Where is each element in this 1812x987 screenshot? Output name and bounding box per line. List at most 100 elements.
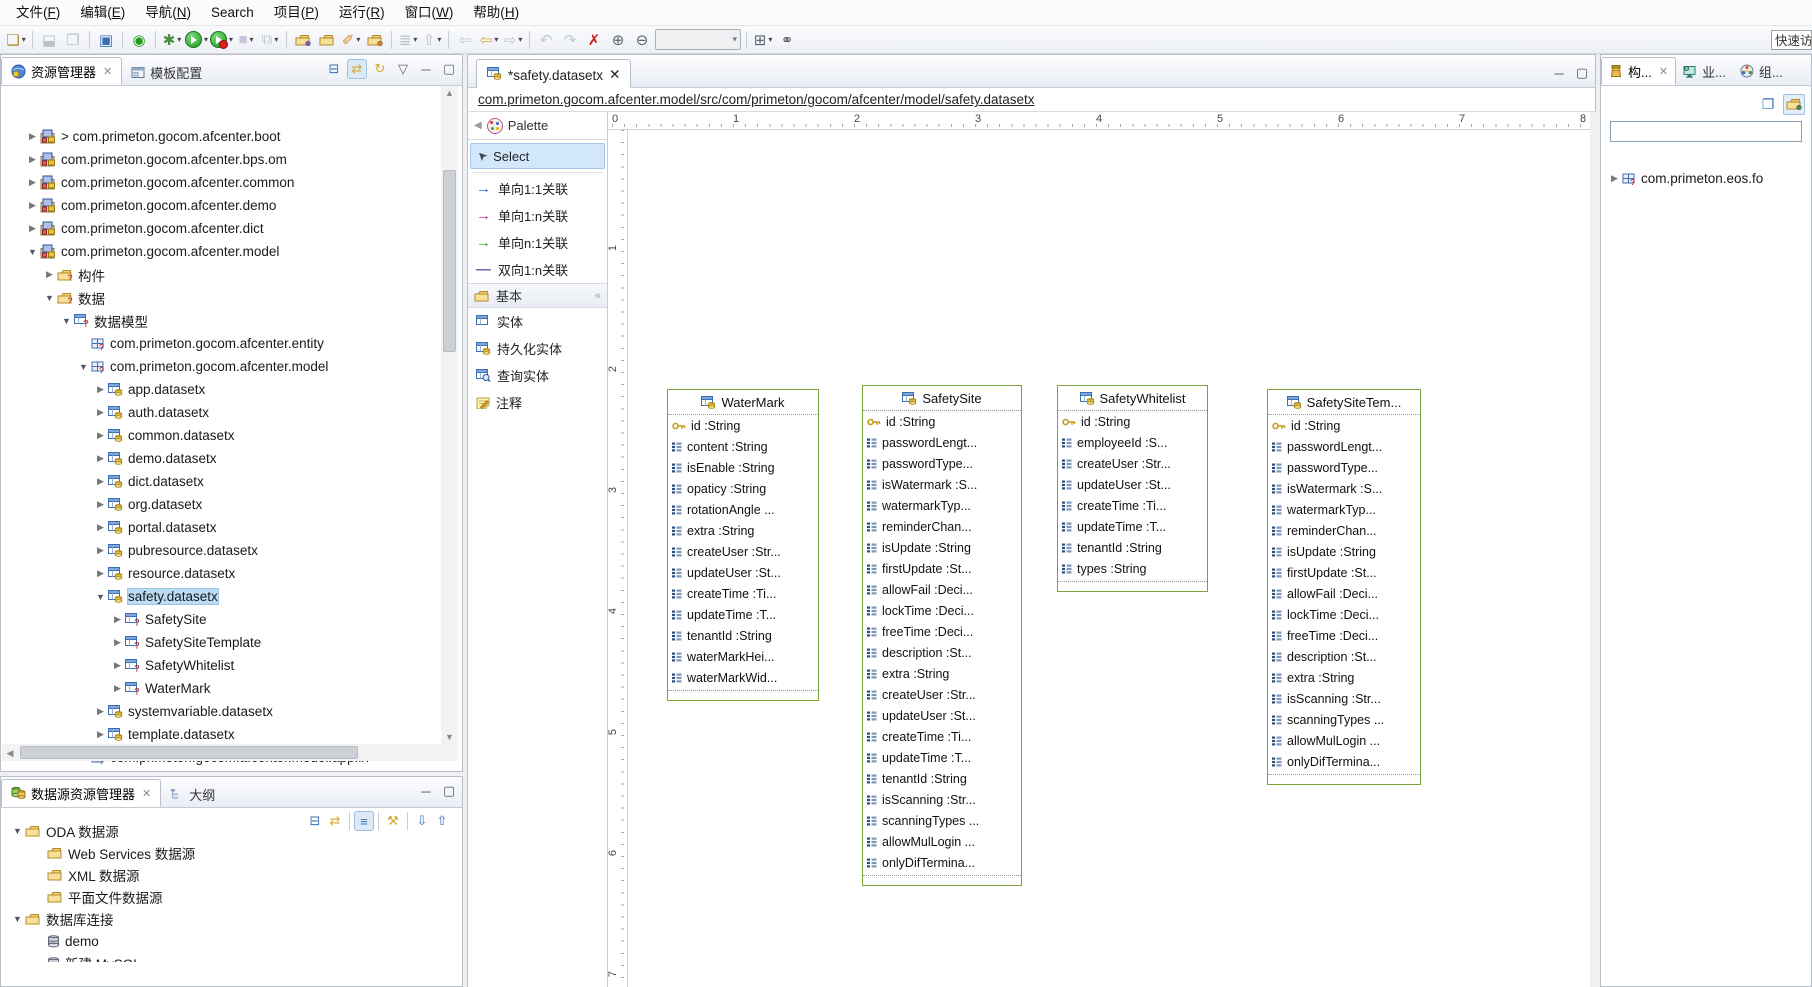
save-button[interactable]: ⬓ xyxy=(38,29,60,51)
entity-field[interactable]: tenantId :String xyxy=(863,768,1021,789)
dropdown-arrow-icon[interactable]: ▾ xyxy=(768,35,772,44)
palette-tool-持久化实体[interactable]: 持久化实体 xyxy=(468,335,607,362)
entity-field[interactable]: rotationAngle ... xyxy=(668,499,818,520)
entity-box-SafetyWhitelist[interactable]: SafetyWhitelistid :StringemployeeId :S..… xyxy=(1057,385,1208,592)
entity-title[interactable]: WaterMark xyxy=(668,390,818,415)
entity-box-SafetySite[interactable]: SafetySiteid :StringpasswordLengt...pass… xyxy=(862,385,1022,886)
entity-field[interactable]: updateTime :T... xyxy=(1058,516,1207,537)
chevron-collapsed-icon[interactable]: ▶ xyxy=(110,614,125,625)
chevron-collapsed-icon[interactable]: ▶ xyxy=(25,154,40,165)
entity-field[interactable]: updateTime :T... xyxy=(863,747,1021,768)
collapse-all-icon[interactable]: ⊟ xyxy=(324,59,344,79)
tree-item-com.primeton.gocom.afcenter.model[interactable]: ▼com.primeton.gocom.afcenter.model xyxy=(25,240,279,263)
task-list-button[interactable]: ≣▾ xyxy=(397,29,419,51)
chevron-expanded-icon[interactable]: ▼ xyxy=(10,826,25,836)
tree-item-ODA数据源[interactable]: ▼ODA 数据源 xyxy=(10,820,119,842)
entity-field[interactable]: tenantId :String xyxy=(668,625,818,646)
tree-item-com.primeton.eos.fo[interactable]: ▶?com.primeton.eos.fo xyxy=(1607,166,1763,190)
promote-window-button[interactable]: ⇧▾ xyxy=(421,29,443,51)
tree-item-WaterMark[interactable]: ▶?WaterMark xyxy=(110,677,211,700)
link-with-editor-icon[interactable]: ⇄ xyxy=(347,59,367,79)
run-button[interactable]: ▾ xyxy=(185,29,208,51)
dropdown-arrow-icon[interactable]: ▾ xyxy=(274,35,278,44)
entity-field[interactable]: firstUpdate :St... xyxy=(863,558,1021,579)
tree-item-safety.datasetx[interactable]: ▼safety.datasetx xyxy=(93,585,218,608)
tree-item-SafetySiteTemplate[interactable]: ▶?SafetySiteTemplate xyxy=(110,631,261,654)
tree-item-SafetyWhitelist[interactable]: ▶?SafetyWhitelist xyxy=(110,654,234,677)
dropdown-arrow-icon[interactable]: ▾ xyxy=(437,35,441,44)
palette-tool-双向1:n关联[interactable]: —双向1:n关联 xyxy=(468,256,607,283)
entity-field[interactable]: tenantId :String xyxy=(1058,537,1207,558)
entity-field[interactable]: allowFail :Deci... xyxy=(1268,583,1420,604)
entity-field[interactable]: onlyDifTermina... xyxy=(1268,751,1420,772)
forward-button[interactable]: ⇨▾ xyxy=(502,29,524,51)
right-tab-组[interactable]: 组... xyxy=(1733,58,1790,84)
chevron-collapsed-icon[interactable]: ▶ xyxy=(93,453,108,464)
entity-field[interactable]: createUser :Str... xyxy=(668,541,818,562)
dropdown-arrow-icon[interactable]: ▾ xyxy=(518,35,522,44)
dropdown-arrow-icon[interactable]: ▾ xyxy=(494,35,498,44)
show-folders-button[interactable] xyxy=(1783,94,1805,115)
tree-item-数据[interactable]: ▼?数据 xyxy=(42,286,105,309)
entity-field[interactable]: passwordType... xyxy=(1268,457,1420,478)
entity-field[interactable]: updateUser :St... xyxy=(1058,474,1207,495)
entity-field[interactable]: id :String xyxy=(668,415,818,436)
tree-item-新建MySQL[interactable]: 新建 MySQL xyxy=(32,952,141,962)
editor-tab-safety-datasetx[interactable]: *safety.datasetx ✕ xyxy=(476,59,631,90)
tree-item-demo.datasetx[interactable]: ▶demo.datasetx xyxy=(93,447,217,470)
tree-item-org.datasetx[interactable]: ▶org.datasetx xyxy=(93,493,202,516)
chevron-collapsed-icon[interactable]: ▶ xyxy=(93,522,108,533)
undo-button[interactable]: ↶ xyxy=(535,29,557,51)
chevron-collapsed-icon[interactable]: ▶ xyxy=(110,637,125,648)
scroll-down-arrow[interactable]: ▼ xyxy=(441,732,458,742)
left-tab-模板配置[interactable]: 模板配置 xyxy=(122,59,211,85)
menu-编辑E[interactable]: 编辑(E) xyxy=(70,0,135,26)
maximize-icon[interactable]: ▢ xyxy=(439,781,459,801)
entity-field[interactable]: reminderChan... xyxy=(1268,520,1420,541)
dropdown-arrow-icon[interactable]: ▾ xyxy=(250,35,254,44)
open-bundle-button[interactable] xyxy=(292,29,314,51)
palette-tool-注释[interactable]: 注释 xyxy=(468,389,607,416)
chevron-collapsed-icon[interactable]: ▶ xyxy=(25,131,40,142)
palette-tool-单向n:1关联[interactable]: →单向n:1关联 xyxy=(468,229,607,256)
entity-field[interactable]: createTime :Ti... xyxy=(863,726,1021,747)
tree-item-app.datasetx[interactable]: ▶app.datasetx xyxy=(93,378,205,401)
chevron-collapsed-icon[interactable]: ▶ xyxy=(42,269,57,280)
tree-item-com.primeton.gocom.afcenter.entity[interactable]: ?com.primeton.gocom.afcenter.entity xyxy=(76,332,324,355)
menu-运行R[interactable]: 运行(R) xyxy=(329,0,395,26)
minimize-icon[interactable]: ─ xyxy=(1549,63,1569,83)
zoom-out-button[interactable]: ⊖ xyxy=(631,29,653,51)
entity-field[interactable]: description :St... xyxy=(863,642,1021,663)
open-console-button[interactable]: ▣ xyxy=(95,29,117,51)
chevron-collapsed-icon[interactable]: ▶ xyxy=(93,568,108,579)
entity-field[interactable]: id :String xyxy=(863,411,1021,432)
entity-field[interactable]: updateUser :St... xyxy=(668,562,818,583)
entity-field[interactable]: freeTime :Deci... xyxy=(1268,625,1420,646)
entity-field[interactable]: isUpdate :String xyxy=(863,537,1021,558)
profile-button[interactable]: ■▾ xyxy=(235,29,257,51)
view-menu-icon[interactable]: ▽ xyxy=(393,59,413,79)
dropdown-arrow-icon[interactable]: ▾ xyxy=(229,35,233,44)
tree-item-com.primeton.gocom.afcenter.model[interactable]: ▼?com.primeton.gocom.afcenter.model xyxy=(76,355,328,378)
entity-field[interactable]: updateTime :T... xyxy=(668,604,818,625)
tree-item-dict.datasetx[interactable]: ▶dict.datasetx xyxy=(93,470,204,493)
entity-field[interactable]: waterMarkWid... xyxy=(668,667,818,688)
dropdown-arrow-icon[interactable]: ▾ xyxy=(204,35,208,44)
menu-Search[interactable]: Search xyxy=(201,0,264,26)
left-tab-资源管理器[interactable]: 资源管理器✕ xyxy=(1,57,122,85)
tree-item-com.primeton.gocom.afcenter.bps.om[interactable]: ▶com.primeton.gocom.afcenter.bps.om xyxy=(25,148,287,171)
entity-field[interactable]: isWatermark :S... xyxy=(863,474,1021,495)
tree-item-XML数据源[interactable]: XML 数据源 xyxy=(32,864,140,886)
pin-section-icon[interactable]: « xyxy=(595,290,601,302)
chevron-collapsed-icon[interactable]: ▶ xyxy=(93,706,108,717)
collapse-palette-icon[interactable]: ◀ xyxy=(474,120,482,131)
entity-field[interactable]: lockTime :Deci... xyxy=(863,600,1021,621)
tree-item-WebServices数据源[interactable]: Web Services 数据源 xyxy=(32,842,195,864)
entity-field[interactable]: allowMulLogin ... xyxy=(863,831,1021,852)
menu-帮助H[interactable]: 帮助(H) xyxy=(463,0,529,26)
entity-field[interactable]: watermarkTyp... xyxy=(863,495,1021,516)
dropdown-arrow-icon[interactable]: ▾ xyxy=(177,35,181,44)
entity-field[interactable]: isEnable :String xyxy=(668,457,818,478)
tree-item-pubresource.datasetx[interactable]: ▶pubresource.datasetx xyxy=(93,539,258,562)
tree-item-auth.datasetx[interactable]: ▶auth.datasetx xyxy=(93,401,209,424)
